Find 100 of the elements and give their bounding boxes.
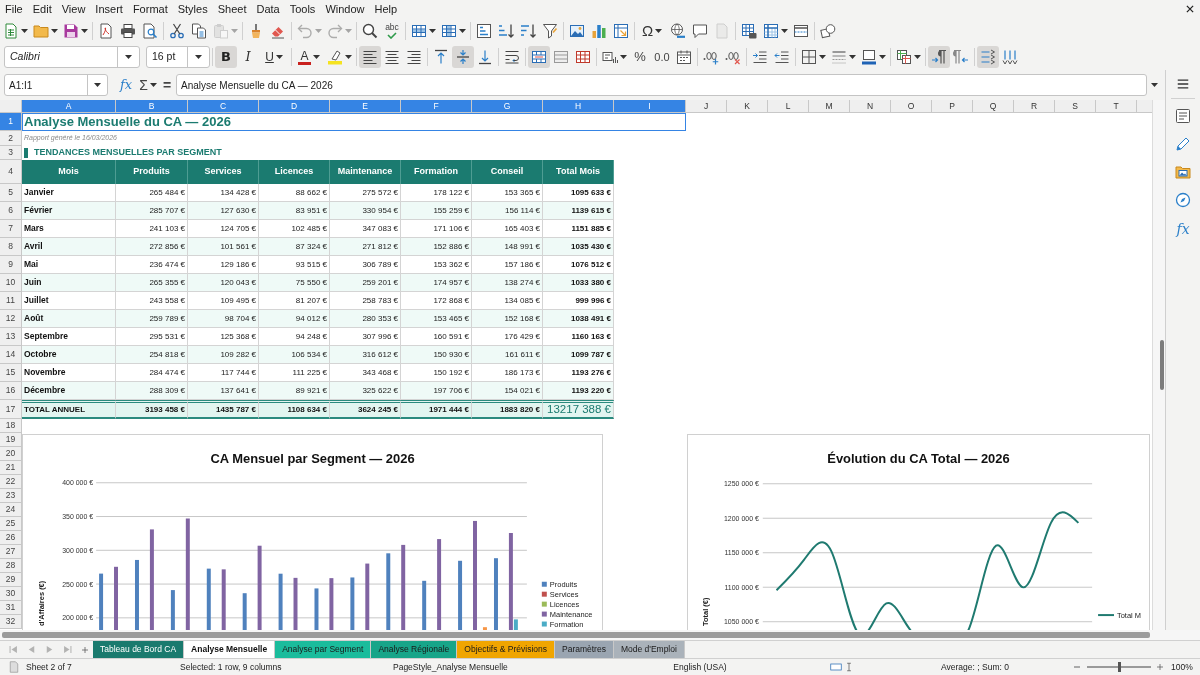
- menu-item[interactable]: Window: [320, 0, 370, 18]
- sheet-tab[interactable]: Paramètres: [555, 641, 614, 658]
- row-header[interactable]: 4: [0, 160, 22, 184]
- row-header[interactable]: 12: [0, 310, 22, 328]
- row-header[interactable]: 1: [0, 113, 22, 131]
- sheet-tab[interactable]: Analyse par Segment: [275, 641, 372, 658]
- row-header[interactable]: 31: [0, 601, 22, 615]
- scrollbar-thumb[interactable]: [1160, 340, 1164, 390]
- percent-format-button[interactable]: %: [629, 46, 651, 68]
- sum-button[interactable]: Σ: [136, 74, 160, 96]
- column-header[interactable]: F: [401, 100, 472, 113]
- row-header[interactable]: 14: [0, 346, 22, 364]
- column-header[interactable]: A: [22, 100, 116, 113]
- bold-button[interactable]: B: [215, 46, 237, 68]
- row-header[interactable]: 8: [0, 238, 22, 256]
- row-header[interactable]: 18: [0, 419, 22, 433]
- row-header[interactable]: 20: [0, 447, 22, 461]
- number-format-button[interactable]: 0.0: [651, 46, 673, 68]
- font-size-field[interactable]: 16 pt: [146, 46, 210, 68]
- column-header[interactable]: T: [1096, 100, 1137, 113]
- font-name-field[interactable]: Calibri: [4, 46, 140, 68]
- column-header[interactable]: P: [932, 100, 973, 113]
- row-header[interactable]: 26: [0, 531, 22, 545]
- column-header[interactable]: E: [330, 100, 401, 113]
- row-header[interactable]: 30: [0, 587, 22, 601]
- sheet-tab[interactable]: Analyse Régionale: [371, 641, 458, 658]
- functions-button[interactable]: fx: [1173, 219, 1193, 237]
- column-header[interactable]: J: [686, 100, 727, 113]
- column-header[interactable]: B: [116, 100, 188, 113]
- row-header[interactable]: 17: [0, 400, 22, 419]
- properties-button[interactable]: [1173, 107, 1193, 125]
- row-header[interactable]: 13: [0, 328, 22, 346]
- column-header[interactable]: H: [543, 100, 614, 113]
- menu-item[interactable]: Tools: [284, 0, 321, 18]
- row-header[interactable]: 7: [0, 220, 22, 238]
- vertical-scrollbar[interactable]: [1152, 100, 1165, 630]
- row-header[interactable]: 19: [0, 433, 22, 447]
- row-header[interactable]: 16: [0, 382, 22, 400]
- column-header[interactable]: O: [891, 100, 932, 113]
- column-header[interactable]: D: [259, 100, 330, 113]
- row-header[interactable]: 25: [0, 517, 22, 531]
- menu-item[interactable]: File: [0, 0, 28, 18]
- menu-item[interactable]: Insert: [90, 0, 128, 18]
- text-left-to-right-button[interactable]: [977, 46, 999, 68]
- sheet-tab[interactable]: Objectifs & Prévisions: [457, 641, 555, 658]
- menu-item[interactable]: View: [56, 0, 91, 18]
- italic-button[interactable]: I: [237, 46, 259, 68]
- column-header[interactable]: C: [188, 100, 259, 113]
- sheet-tab[interactable]: Mode d'Emploi: [613, 641, 685, 658]
- row-header[interactable]: 22: [0, 475, 22, 489]
- menu-item[interactable]: Help: [369, 0, 403, 18]
- underline-button[interactable]: U: [259, 46, 289, 68]
- column-header[interactable]: K: [727, 100, 768, 113]
- left-to-right-button[interactable]: [928, 46, 950, 68]
- column-header[interactable]: L: [768, 100, 809, 113]
- close-button[interactable]: [1184, 3, 1196, 15]
- row-header[interactable]: 2: [0, 131, 22, 146]
- row-header[interactable]: 6: [0, 202, 22, 220]
- gallery-button[interactable]: [1173, 163, 1193, 181]
- menu-item[interactable]: Edit: [27, 0, 57, 18]
- row-header[interactable]: 3: [0, 146, 22, 160]
- row-header[interactable]: 29: [0, 573, 22, 587]
- horizontal-scrollbar[interactable]: [0, 630, 1200, 640]
- zoom-in-button[interactable]: [1154, 661, 1166, 673]
- row-header[interactable]: 21: [0, 461, 22, 475]
- column-header[interactable]: Q: [973, 100, 1014, 113]
- column-header[interactable]: N: [850, 100, 891, 113]
- merge-center-button[interactable]: [528, 46, 550, 68]
- column-header[interactable]: G: [472, 100, 543, 113]
- sheet-tab[interactable]: Tableau de Bord CA: [93, 641, 185, 658]
- scrollbar-thumb[interactable]: [2, 632, 1150, 638]
- zoom-slider-thumb[interactable]: [1117, 662, 1121, 672]
- name-box[interactable]: A1:I1: [4, 74, 108, 96]
- menu-item[interactable]: Format: [127, 0, 173, 18]
- spelling-button[interactable]: abc: [381, 20, 403, 42]
- menu-item[interactable]: Styles: [172, 0, 213, 18]
- column-header[interactable]: M: [809, 100, 850, 113]
- row-header[interactable]: 5: [0, 184, 22, 202]
- row-header[interactable]: 27: [0, 545, 22, 559]
- column-header[interactable]: I: [614, 100, 686, 113]
- row-header[interactable]: 24: [0, 503, 22, 517]
- row-header[interactable]: 10: [0, 274, 22, 292]
- sheet-tab[interactable]: Analyse Mensuelle: [184, 641, 276, 658]
- row-header[interactable]: 28: [0, 559, 22, 573]
- row-header[interactable]: 15: [0, 364, 22, 382]
- special-character-button[interactable]: Ω: [637, 20, 667, 42]
- column-header[interactable]: S: [1055, 100, 1096, 113]
- navigator-button[interactable]: [1173, 191, 1193, 209]
- font-color-button[interactable]: A: [294, 46, 324, 68]
- row-header[interactable]: 9: [0, 256, 22, 274]
- menu-item[interactable]: Data: [251, 0, 285, 18]
- row-header[interactable]: 32: [0, 615, 22, 629]
- menu-item[interactable]: Sheet: [212, 0, 252, 18]
- row-header[interactable]: 11: [0, 292, 22, 310]
- align-left-button[interactable]: [359, 46, 381, 68]
- function-wizard-button[interactable]: fx: [118, 74, 134, 96]
- formula-button[interactable]: =: [160, 74, 174, 96]
- column-header[interactable]: R: [1014, 100, 1055, 113]
- formula-input[interactable]: Analyse Mensuelle du CA — 2026: [176, 74, 1147, 96]
- row-header[interactable]: 23: [0, 489, 22, 503]
